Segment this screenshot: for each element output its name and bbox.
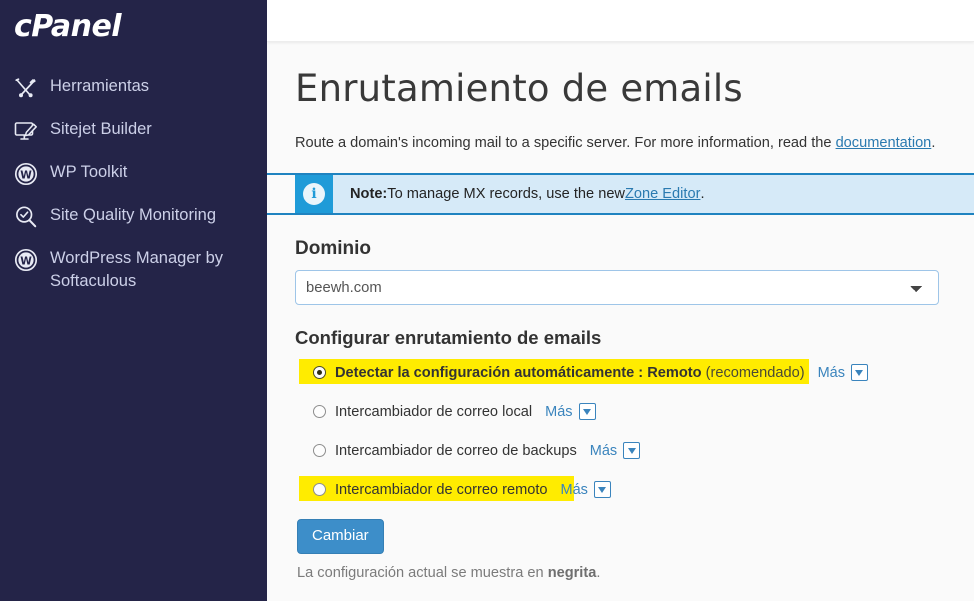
top-bar <box>267 0 974 42</box>
domain-label: Dominio <box>295 238 371 259</box>
note-text-after: . <box>700 186 705 202</box>
cpanel-logo-text: cPanel <box>14 9 122 44</box>
radio-inner: Intercambiador de correo de backups <box>295 443 577 459</box>
radio-label: Intercambiador de correo local <box>335 403 533 420</box>
info-icon: i <box>295 175 333 213</box>
sidebar-item-label: Herramientas <box>50 77 150 95</box>
wordpress-icon: W <box>12 247 40 273</box>
page-title: Enrutamiento de emails <box>295 67 743 110</box>
radio-backup-mail-exchanger[interactable] <box>313 444 326 457</box>
zone-editor-link[interactable]: Zone Editor <box>625 186 700 202</box>
footnote-before: La configuración actual se muestra en <box>297 565 548 581</box>
radio-remote-mail-exchanger[interactable] <box>313 483 326 496</box>
more-label[interactable]: Más <box>818 365 845 381</box>
radio-inner: Detectar la configuración automáticament… <box>295 365 805 381</box>
more-toggle[interactable]: Más <box>545 403 596 420</box>
footnote-after: . <box>596 565 601 581</box>
info-icon-glyph: i <box>303 183 325 205</box>
note-text: Note: To manage MX records, use the new … <box>333 175 974 213</box>
change-button[interactable]: Cambiar <box>297 519 384 554</box>
chevron-down-icon[interactable] <box>593 481 611 498</box>
documentation-link[interactable]: documentation <box>836 135 932 151</box>
sidebar-item-wordpress-manager[interactable]: W WordPress Manager by Softaculous <box>0 238 267 301</box>
note-left-spacer <box>267 175 295 213</box>
footnote-text: La configuración actual se muestra en ne… <box>297 563 974 583</box>
sidebar-item-site-quality-monitoring[interactable]: Site Quality Monitoring <box>0 195 267 238</box>
routing-section-heading: Configurar enrutamiento de emails <box>295 327 602 348</box>
chevron-down-icon[interactable] <box>850 364 868 381</box>
domain-select[interactable]: beewh.com <box>295 270 939 305</box>
sidebar-nav: Herramientas Sitejet Builder W WP Toolki… <box>0 66 267 301</box>
more-label[interactable]: Más <box>545 404 572 420</box>
radio-local-mail-exchanger[interactable] <box>313 405 326 418</box>
content-inner: Enrutamiento de emails Route a domain's … <box>267 42 974 583</box>
more-label[interactable]: Más <box>561 482 588 498</box>
radio-inner: Intercambiador de correo remoto <box>295 482 548 498</box>
sidebar-item-label: WordPress Manager by Softaculous <box>50 249 224 290</box>
more-toggle[interactable]: Más <box>561 481 611 498</box>
radio-inner: Intercambiador de correo local <box>295 404 532 420</box>
radio-label-suffix: (recomendado) <box>701 364 805 381</box>
radio-row[interactable]: Intercambiador de correo remoto Más <box>295 476 974 501</box>
svg-text:W: W <box>20 255 32 267</box>
routing-radio-group: Detectar la configuración automáticament… <box>295 359 974 501</box>
radio-row[interactable]: Intercambiador de correo local Más <box>295 400 974 423</box>
content-area: Enrutamiento de emails Route a domain's … <box>267 42 974 601</box>
wordpress-icon: W <box>12 161 40 187</box>
sidebar-item-wp-toolkit[interactable]: W WP Toolkit <box>0 152 267 195</box>
radio-label-text: Detectar la configuración automáticament… <box>335 364 702 381</box>
sidebar-item-herramientas[interactable]: Herramientas <box>0 66 267 109</box>
note-label: Note: <box>350 186 388 202</box>
radio-row[interactable]: Detectar la configuración automáticament… <box>295 359 974 384</box>
note-text-before: To manage MX records, use the new <box>387 186 625 202</box>
more-label[interactable]: Más <box>590 443 617 459</box>
intro-text: Route a domain's incoming mail to a spec… <box>295 133 974 153</box>
radio-label: Intercambiador de correo remoto <box>335 481 548 498</box>
chevron-down-icon[interactable] <box>623 442 641 459</box>
main-pane: Enrutamiento de emails Route a domain's … <box>267 0 974 601</box>
intro-text-before: Route a domain's incoming mail to a spec… <box>295 135 836 151</box>
sidebar-item-sitejet-builder[interactable]: Sitejet Builder <box>0 109 267 152</box>
radio-label: Intercambiador de correo de backups <box>335 442 577 459</box>
sidebar: cPanel Herramientas Sitejet Builder W WP… <box>0 0 267 601</box>
intro-text-after: . <box>931 135 936 151</box>
tools-icon <box>12 75 40 101</box>
monitor-pen-icon <box>12 118 40 144</box>
note-banner-wrap: i Note: To manage MX records, use the ne… <box>267 173 974 215</box>
cpanel-logo[interactable]: cPanel <box>0 0 267 46</box>
radio-label: Detectar la configuración automáticament… <box>335 365 805 381</box>
cpanel-email-routing-page: cPanel Herramientas Sitejet Builder W WP… <box>0 0 974 601</box>
sidebar-item-label: WP Toolkit <box>50 163 128 181</box>
footnote-bold: negrita <box>547 565 597 581</box>
magnifier-check-icon <box>12 204 40 230</box>
chevron-down-icon[interactable] <box>578 403 596 420</box>
more-toggle[interactable]: Más <box>818 364 868 381</box>
radio-row[interactable]: Intercambiador de correo de backups Más <box>295 439 974 462</box>
sidebar-item-label: Sitejet Builder <box>50 120 152 138</box>
sidebar-item-label: Site Quality Monitoring <box>50 206 216 224</box>
note-banner: i Note: To manage MX records, use the ne… <box>267 173 974 215</box>
svg-text:W: W <box>20 169 32 181</box>
more-toggle[interactable]: Más <box>590 442 641 459</box>
radio-auto-detect[interactable] <box>313 366 326 379</box>
